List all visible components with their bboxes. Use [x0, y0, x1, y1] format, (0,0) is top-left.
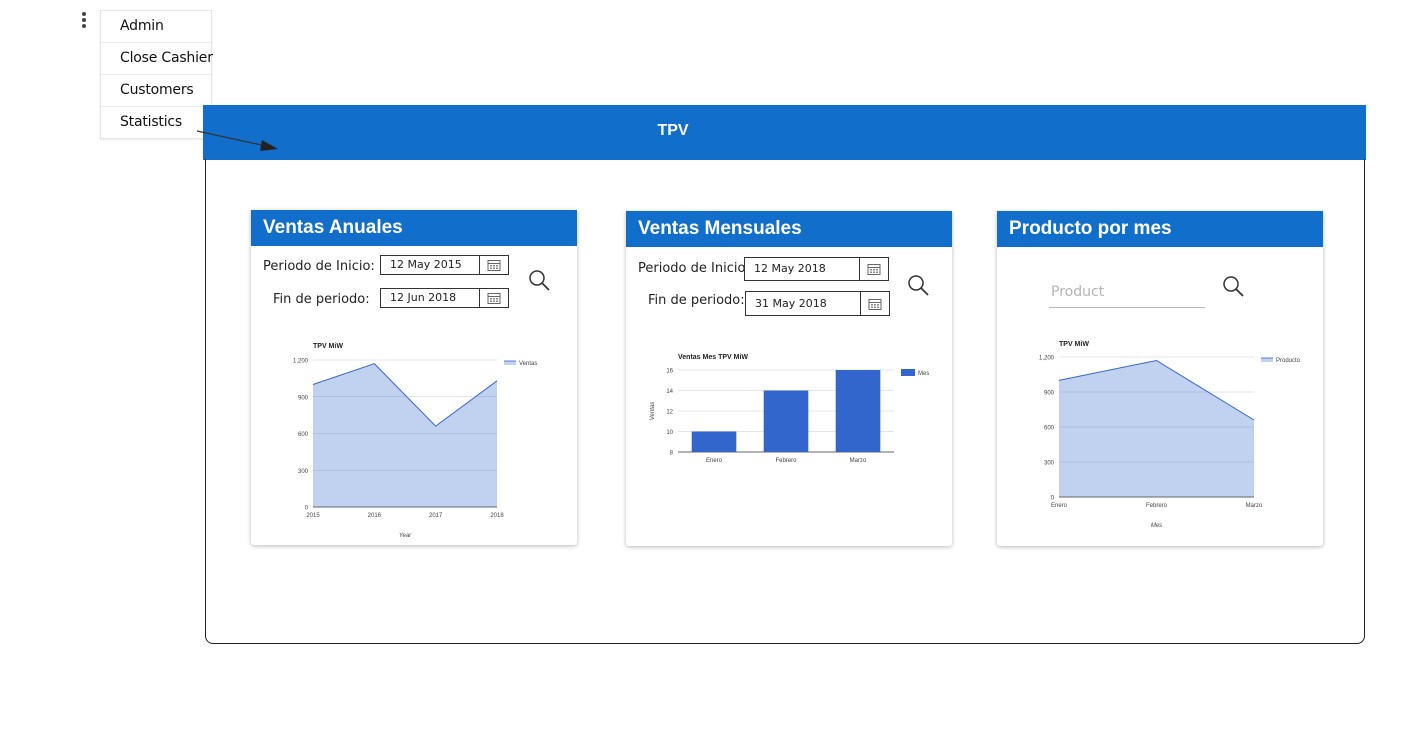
start-date-input[interactable]: 12 May 2018: [744, 257, 889, 281]
x-tick-label: Marzo: [1246, 503, 1263, 509]
legend-label: Producto: [1276, 358, 1301, 364]
calendar-icon[interactable]: [479, 289, 508, 307]
card-product-by-month: Producto por mes TPV MiW 0 300 600 900 1,200 E…: [997, 211, 1323, 546]
y-tick-label: 8: [670, 451, 674, 457]
annotation-arrow-icon: [196, 130, 278, 151]
card-annual-sales: Ventas Anuales Periodo de Inicio: 12 May…: [251, 210, 577, 545]
x-tick-label: Febrero: [775, 458, 797, 464]
y-tick-label: 12: [666, 410, 673, 416]
menu-item-close-cashier[interactable]: Close Cashier: [101, 43, 213, 75]
product-input[interactable]: [1049, 277, 1205, 308]
x-tick-label: Enero: [1051, 503, 1068, 509]
x-tick-label: Febrero: [1146, 503, 1168, 509]
y-tick-label: 300: [298, 469, 309, 475]
bar: [763, 390, 809, 452]
x-tick-label: Enero: [706, 458, 723, 464]
start-period-label: Periodo de Inicio:: [263, 259, 375, 274]
x-tick-label: 2015: [306, 513, 320, 519]
legend-label: Mes: [918, 371, 929, 377]
area-fill: [313, 363, 497, 507]
card-title: Ventas Anuales: [251, 210, 577, 246]
start-date-value: 12 May 2015: [390, 258, 462, 271]
search-icon[interactable]: [1221, 274, 1247, 300]
calendar-icon[interactable]: [860, 292, 889, 315]
search-icon[interactable]: [906, 273, 932, 299]
nav-menu: Admin Close Cashier Customers Statistics: [100, 10, 213, 139]
legend-label: Ventas: [519, 361, 537, 367]
monthly-sales-chart: Ventas Mes TPV MiW 8 10 12 14 16 Enero Febrero M…: [650, 354, 929, 464]
x-axis-label: Mes: [1151, 523, 1162, 529]
calendar-icon[interactable]: [479, 256, 508, 274]
calendar-icon[interactable]: [859, 258, 888, 280]
y-tick-label: 600: [1044, 426, 1055, 432]
x-tick-label: 2016: [368, 513, 382, 519]
bar: [835, 370, 881, 452]
end-period-label: Fin de periodo:: [273, 292, 370, 307]
y-tick-label: 0: [305, 506, 309, 512]
legend-swatch: [901, 369, 915, 376]
area-fill: [1059, 360, 1254, 497]
chart-title: Ventas Mes TPV MiW: [678, 354, 748, 361]
y-tick-label: 300: [1044, 461, 1055, 467]
product-chart: TPV MiW 0 300 600 900 1,200 Enero Febrero Marzo M…: [1039, 341, 1301, 529]
annual-sales-chart: TPV MiW 0 300 600 900 1,200 2015 2016 2017 2018 Ye…: [293, 343, 537, 539]
chart-title: TPV MiW: [1059, 341, 1089, 348]
start-date-input[interactable]: 12 May 2015: [380, 255, 509, 275]
search-icon[interactable]: [527, 268, 553, 294]
y-tick-label: 900: [1044, 391, 1055, 397]
menu-item-customers[interactable]: Customers: [101, 75, 211, 107]
app-title: TPV: [657, 122, 689, 139]
y-tick-label: 600: [298, 432, 309, 438]
end-date-input[interactable]: 31 May 2018: [745, 291, 890, 316]
card-monthly-sales: Ventas Mensuales Periodo de Inicio: 12 M…: [626, 211, 952, 546]
app-bar: TPV: [203, 105, 1366, 160]
start-date-value: 12 May 2018: [754, 262, 826, 275]
start-period-label: Periodo de Inicio:: [638, 261, 750, 276]
end-date-value: 12 Jun 2018: [390, 291, 457, 304]
bar: [691, 431, 737, 452]
y-axis-label: Ventas: [650, 402, 656, 420]
legend-swatch: [1261, 358, 1273, 362]
end-date-value: 31 May 2018: [755, 297, 827, 310]
y-tick-label: 900: [298, 395, 309, 401]
y-tick-label: 14: [666, 389, 673, 395]
y-tick-label: 0: [1051, 496, 1055, 502]
x-tick-label: 2018: [490, 513, 504, 519]
legend-swatch: [504, 361, 516, 365]
end-date-input[interactable]: 12 Jun 2018: [380, 288, 509, 308]
y-tick-label: 1,200: [293, 359, 309, 365]
x-axis-label: Year: [399, 533, 412, 539]
card-title: Producto por mes: [997, 211, 1323, 247]
y-tick-label: 16: [666, 369, 673, 375]
chart-title: TPV MiW: [313, 343, 343, 350]
x-tick-label: Marzo: [850, 458, 867, 464]
menu-item-admin[interactable]: Admin: [101, 11, 211, 43]
x-tick-label: 2017: [429, 513, 443, 519]
card-title: Ventas Mensuales: [626, 211, 952, 247]
y-tick-label: 1,200: [1039, 356, 1055, 362]
end-period-label: Fin de periodo:: [648, 293, 745, 308]
more-options-icon[interactable]: [78, 12, 90, 32]
y-tick-label: 10: [666, 430, 673, 436]
